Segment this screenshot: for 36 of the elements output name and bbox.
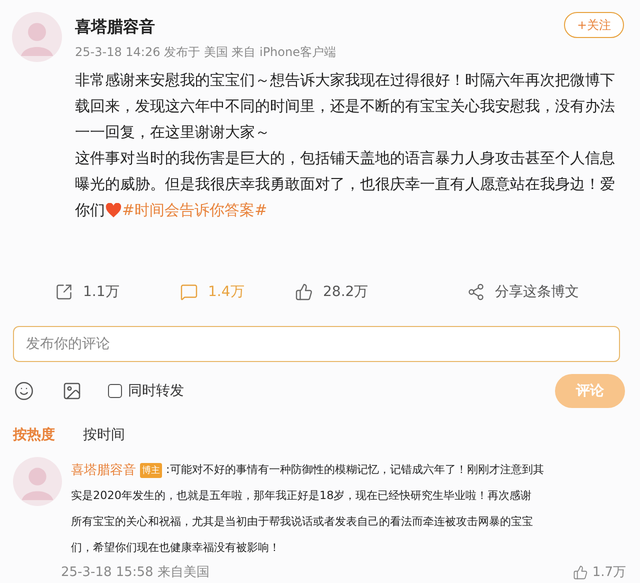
post-text-line: 非常感谢来安慰我的宝宝们～想告诉大家我现在过得很好！时隔六年再次把微博下 xyxy=(75,70,616,91)
author-name[interactable]: 喜塔腊容音 xyxy=(75,17,564,37)
action-label[interactable]: 分享这条博文 xyxy=(495,283,579,301)
thumbs-up-icon[interactable] xyxy=(295,283,313,301)
repost-checkbox[interactable] xyxy=(108,384,122,398)
sort-tab[interactable]: 按时间 xyxy=(83,426,125,444)
comment-time: 25-3-18 15:58 来自美国 xyxy=(61,564,210,581)
follow-button[interactable]: +关注 xyxy=(564,12,624,38)
heart-icon xyxy=(105,202,122,218)
action-label[interactable]: 1.1万 xyxy=(83,283,120,301)
comment-text-line: :可能对不好的事情有一种防御性的模糊记忆，记错成六年了！刚刚才注意到其 xyxy=(166,462,544,478)
sort-tab[interactable]: 按热度 xyxy=(13,426,55,444)
comment-text-line: 们，希望你们现在也健康幸福没有被影响！ xyxy=(71,540,281,556)
post-text-line: 你们 xyxy=(75,200,105,220)
author-badge: 博主 xyxy=(140,462,162,478)
like-count[interactable]: 1.7万 xyxy=(592,563,626,581)
comment-text-line: 所有宝宝的关心和祝福，尤其是当初由于帮我说话或者发表自己的看法而牵连被攻击网暴的宝宝 xyxy=(71,514,534,530)
image-icon[interactable] xyxy=(62,381,82,401)
post-text-line: 这件事对当时的我伤害是巨大的，包括铺天盖地的语言暴力人身攻击甚至个人信息 xyxy=(75,148,616,169)
post-text-line: 一一回复，在这里谢谢大家～ xyxy=(75,122,271,143)
hashtag-link[interactable]: #时间会告诉你答案# xyxy=(122,200,268,220)
post-meta: 25-3-18 14:26 发布于 美国 来自 iPhone客户端 xyxy=(75,44,337,60)
post-text-line: 曝光的威胁。但是我很庆幸我勇敢面对了，也很庆幸一直有人愿意站在我身边！爱 xyxy=(75,174,616,195)
action-label[interactable]: 28.2万 xyxy=(323,283,368,301)
thumbs-up-icon[interactable] xyxy=(573,564,588,580)
avatar xyxy=(12,12,62,62)
repost-label[interactable]: 同时转发 xyxy=(128,382,184,400)
post-text-line: 载回来，发现这六年中不同的时间里，还是不断的有宝宝关心我安慰我，没有办法 xyxy=(75,96,616,117)
share-icon[interactable] xyxy=(467,283,485,301)
comment-input[interactable]: 发布你的评论 xyxy=(13,326,620,362)
action-label[interactable]: 1.4万 xyxy=(208,283,244,301)
avatar xyxy=(13,457,62,506)
emoji-icon[interactable] xyxy=(14,381,34,401)
comment-text-line: 实是2020年发生的，也就是五年啦，那年我正好是18岁，现在已经快研究生毕业啦！再次感谢 xyxy=(71,488,533,504)
repost-icon[interactable] xyxy=(55,283,73,301)
commenter-name[interactable]: 喜塔腊容音 xyxy=(71,461,136,479)
